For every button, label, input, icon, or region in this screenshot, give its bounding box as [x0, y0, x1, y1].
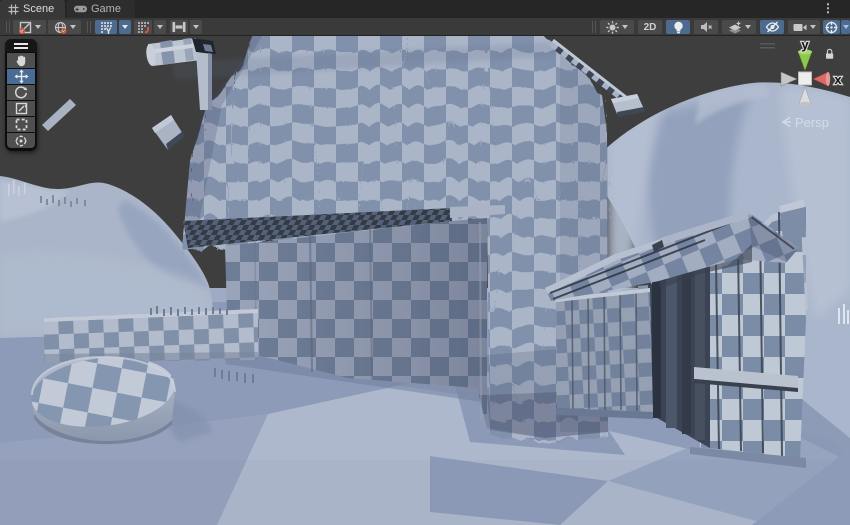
svg-text:Y: Y	[105, 26, 111, 34]
svg-text:y: y	[801, 37, 809, 52]
svg-text:x: x	[834, 72, 842, 87]
svg-text:Persp: Persp	[795, 115, 829, 130]
